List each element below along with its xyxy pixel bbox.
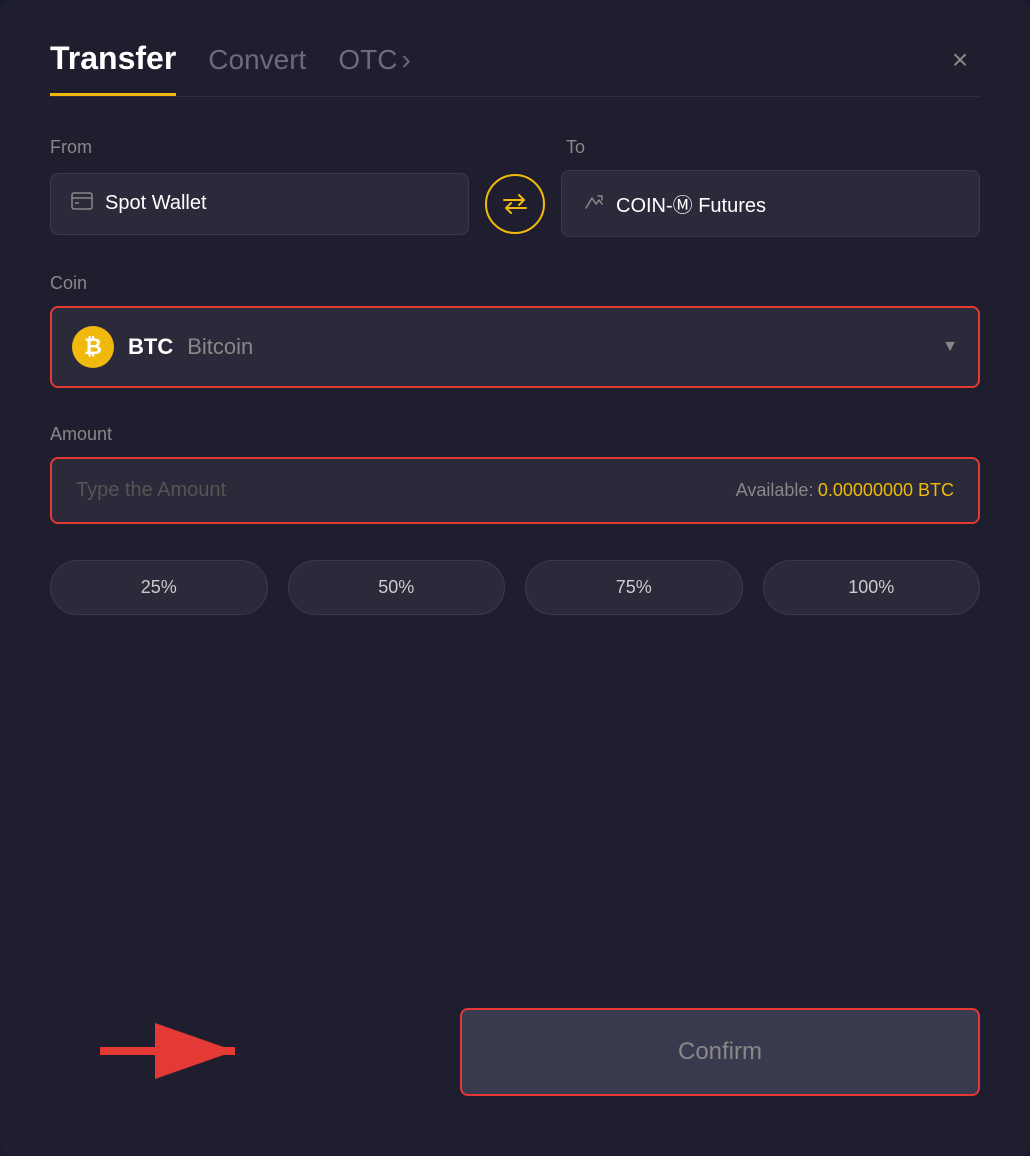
chevron-down-icon: ▼ — [942, 338, 958, 356]
wallet-icon — [71, 192, 93, 216]
available-value: 0.00000000 BTC — [818, 480, 954, 500]
available-label: Available: — [736, 480, 814, 500]
close-button[interactable]: × — [940, 40, 980, 80]
header-divider — [50, 96, 980, 97]
percentage-buttons: 25% 50% 75% 100% — [50, 560, 980, 615]
btc-icon: ₿ — [72, 326, 114, 368]
pct-50-button[interactable]: 50% — [288, 560, 506, 615]
amount-section: Amount Type the Amount Available: 0.0000… — [50, 424, 980, 524]
transfer-modal: Transfer Convert OTC › × From To — [0, 0, 1030, 1156]
tab-transfer[interactable]: Transfer — [50, 40, 176, 96]
amount-label: Amount — [50, 424, 980, 445]
arrow-indicator — [100, 1006, 260, 1096]
pct-75-button[interactable]: 75% — [525, 560, 743, 615]
amount-placeholder[interactable]: Type the Amount — [76, 479, 226, 502]
from-wallet-select[interactable]: Spot Wallet — [50, 173, 469, 235]
available-display: Available: 0.00000000 BTC — [736, 480, 954, 501]
pct-100-button[interactable]: 100% — [763, 560, 981, 615]
from-to-controls: Spot Wallet COIN-Ⓜ Futures — [50, 170, 980, 237]
swap-button[interactable] — [485, 174, 545, 234]
coin-symbol: BTC — [128, 334, 173, 360]
pct-25-button[interactable]: 25% — [50, 560, 268, 615]
from-label: From — [50, 137, 464, 158]
coin-select-dropdown[interactable]: ₿ BTC Bitcoin ▼ — [50, 306, 980, 388]
to-wallet-label: COIN-Ⓜ Futures — [616, 189, 766, 218]
amount-input-wrapper: Type the Amount Available: 0.00000000 BT… — [50, 457, 980, 524]
bottom-section: Confirm — [50, 1008, 980, 1096]
coin-name: Bitcoin — [187, 334, 253, 360]
from-wallet-label: Spot Wallet — [105, 192, 207, 215]
tab-convert[interactable]: Convert — [208, 44, 306, 92]
red-arrow-icon — [100, 1006, 260, 1096]
modal-header: Transfer Convert OTC › × — [50, 40, 980, 96]
confirm-button[interactable]: Confirm — [460, 1008, 980, 1096]
to-wallet-select[interactable]: COIN-Ⓜ Futures — [561, 170, 980, 237]
to-label: To — [556, 137, 980, 158]
from-to-section: From To Spot Wallet — [50, 137, 980, 237]
from-to-labels: From To — [50, 137, 980, 158]
coin-label: Coin — [50, 273, 980, 294]
tab-otc[interactable]: OTC › — [338, 44, 410, 92]
coin-section: Coin ₿ BTC Bitcoin ▼ — [50, 273, 980, 388]
futures-icon — [582, 190, 604, 218]
